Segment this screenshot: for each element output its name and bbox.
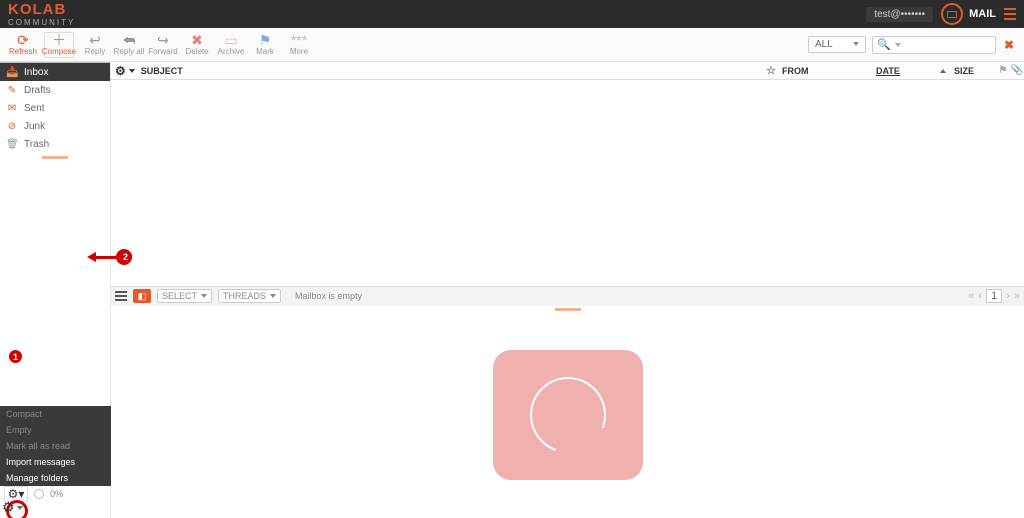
folder-label: Junk (24, 121, 45, 132)
archive-button: ▭ Archive (214, 28, 248, 62)
folder-sent[interactable]: ✉ Sent (0, 99, 110, 117)
menu-import-messages[interactable]: Import messages (0, 454, 111, 470)
spinner-icon (517, 365, 618, 466)
more-label: More (290, 47, 308, 56)
user-chip[interactable]: test@••••••• (866, 7, 933, 22)
quota-icon (34, 489, 44, 499)
menu-empty: Empty (0, 422, 111, 438)
refresh-icon: ⟳ (17, 33, 29, 47)
mail-icon (941, 3, 963, 25)
archive-icon: ▭ (224, 33, 237, 47)
reply-all-button: ⮪ Reply all (112, 28, 146, 62)
brand-name: KOLAB (8, 1, 75, 18)
delete-label: Delete (185, 47, 208, 56)
more-button[interactable]: *** More (282, 28, 316, 62)
preview-resize-handle[interactable] (555, 308, 581, 311)
annotation-1-number: 1 (9, 350, 22, 363)
col-subject[interactable]: SUBJECT (141, 66, 183, 76)
compose-button[interactable]: ＋ Compose (44, 32, 74, 58)
chevron-down-icon[interactable] (129, 69, 135, 73)
folder-label: Trash (24, 139, 49, 150)
paginator: « ‹ 1 › » (968, 289, 1020, 303)
select-dropdown[interactable]: SELECT (157, 289, 212, 303)
folder-label: Drafts (24, 85, 51, 96)
junk-icon: ⊘ (6, 121, 18, 132)
folder-trash[interactable]: 🗑 Trash (0, 135, 110, 153)
trash-icon: 🗑 (6, 139, 18, 150)
brand-tag: COMMUNITY (8, 18, 75, 27)
sort-asc-icon (940, 69, 946, 73)
page-last-icon: » (1014, 290, 1020, 302)
more-icon: *** (291, 33, 307, 47)
reply-icon: ↩ (89, 33, 101, 47)
reply-button: ↩ Reply (78, 28, 112, 62)
col-flag-star-icon[interactable]: ☆ (766, 64, 776, 77)
forward-button: ↪ Forward (146, 28, 180, 62)
quota-label: 0% (50, 489, 63, 499)
inbox-icon: 📥 (6, 67, 18, 78)
menu-icon[interactable] (1004, 8, 1016, 20)
mark-button[interactable]: ⚑ Mark (248, 28, 282, 62)
mailbox-empty-text: Mailbox is empty (295, 291, 362, 301)
app-label: MAIL (969, 8, 996, 20)
col-size[interactable]: SIZE (954, 66, 996, 76)
delete-icon: ✖ (191, 33, 203, 47)
message-list-header: ⚙ SUBJECT ☆ FROM DATE SIZE ⚑ 📎 (111, 62, 1024, 80)
settings-gear[interactable]: ⚙ (2, 499, 23, 516)
col-from[interactable]: FROM (776, 66, 876, 76)
reply-all-icon: ⮪ (122, 33, 135, 47)
loading-placeholder (493, 350, 643, 480)
app-topbar: KOLAB COMMUNITY test@••••••• MAIL (0, 0, 1024, 28)
sent-icon: ✉ (6, 103, 18, 114)
mark-label: Mark (256, 47, 274, 56)
folder-inbox[interactable]: 📥 Inbox (0, 63, 110, 81)
reply-label: Reply (85, 47, 105, 56)
forward-icon: ↪ (157, 33, 169, 47)
folder-drafts[interactable]: ✎ Drafts (0, 81, 110, 99)
forward-label: Forward (148, 47, 177, 56)
brand: KOLAB COMMUNITY (8, 1, 75, 27)
col-flag-icon[interactable]: ⚑ (996, 65, 1010, 76)
col-attachment-icon[interactable]: 📎 (1010, 65, 1024, 76)
page-prev-icon: ‹ (978, 290, 982, 302)
archive-label: Archive (218, 47, 245, 56)
page-next-icon: › (1006, 290, 1010, 302)
chevron-down-icon (17, 506, 23, 510)
app-switcher-mail[interactable]: MAIL (941, 3, 996, 25)
folder-label: Inbox (24, 67, 48, 78)
pane-resize-handle[interactable] (42, 156, 68, 159)
delete-button: ✖ Delete (180, 28, 214, 62)
page-number[interactable]: 1 (986, 289, 1002, 303)
drafts-icon: ✎ (6, 85, 18, 96)
reply-all-label: Reply all (114, 47, 145, 56)
search-icon: 🔍 (877, 38, 891, 51)
refresh-label: Refresh (9, 47, 37, 56)
message-area: ⚙ SUBJECT ☆ FROM DATE SIZE ⚑ 📎 ◧ SELECT … (111, 62, 1024, 518)
filter-select[interactable]: ALL (808, 36, 866, 53)
col-date[interactable]: DATE (876, 66, 954, 76)
page-first-icon: « (968, 290, 974, 302)
layout-toggle-list-icon[interactable] (115, 291, 127, 301)
search-input[interactable]: 🔍 (872, 36, 996, 54)
clear-search-button[interactable]: ✖ (1004, 38, 1014, 52)
threads-dropdown[interactable]: THREADS (218, 289, 281, 303)
folder-actions-menu: Compact Empty Mark all as read Import me… (0, 406, 111, 486)
chevron-down-icon (895, 43, 901, 47)
mail-toolbar: ⟳ Refresh ＋ Compose ↩ Reply ⮪ Reply all … (0, 28, 1024, 62)
message-list-footer: ◧ SELECT THREADS Mailbox is empty « ‹ 1 … (111, 286, 1024, 306)
message-list-body (111, 80, 1024, 286)
compose-label: Compose (42, 47, 76, 56)
col-date-label: DATE (876, 66, 900, 76)
folder-pane: 📥 Inbox ✎ Drafts ✉ Sent ⊘ Junk 🗑 Trash C… (0, 62, 111, 518)
menu-mark-all: Mark all as read (0, 438, 111, 454)
message-preview-pane (111, 313, 1024, 518)
plus-icon: ＋ (52, 33, 66, 47)
list-options-gear-icon[interactable]: ⚙ (115, 64, 126, 78)
folder-junk[interactable]: ⊘ Junk (0, 117, 110, 135)
refresh-button[interactable]: ⟳ Refresh (6, 28, 40, 62)
layout-toggle-preview-icon[interactable]: ◧ (133, 289, 151, 303)
folder-label: Sent (24, 103, 45, 114)
menu-compact: Compact (0, 406, 111, 422)
mark-icon: ⚑ (259, 33, 272, 47)
